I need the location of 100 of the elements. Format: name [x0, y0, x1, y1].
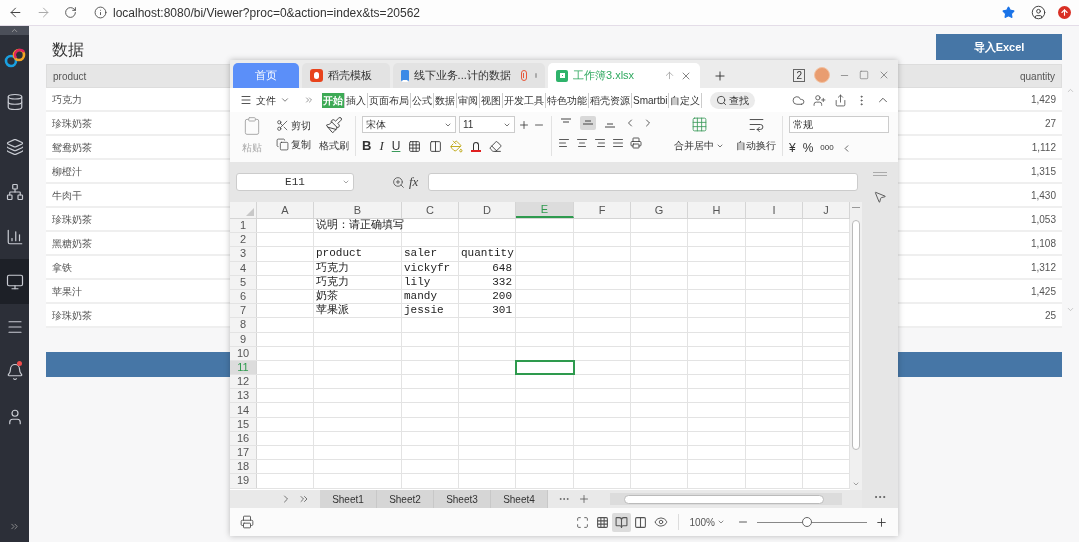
share-icon[interactable] [834, 93, 847, 107]
percent-button[interactable]: % [802, 139, 814, 157]
ribbon-tab[interactable]: 公式 [411, 92, 434, 108]
maximize-icon[interactable] [859, 70, 869, 80]
underline-button[interactable]: U [391, 139, 401, 153]
active-cell[interactable] [516, 360, 574, 375]
close-icon[interactable] [878, 69, 890, 81]
fullscreen-icon[interactable] [576, 515, 590, 529]
column-header[interactable]: H [688, 202, 746, 218]
borders-icon[interactable] [408, 139, 422, 153]
reload-icon[interactable] [64, 6, 77, 19]
address-bar[interactable]: localhost:8080/bi/Viewer?proc=0&action=index&ts=20562 [113, 3, 420, 22]
wrap-text-button[interactable]: 自动换行 [736, 116, 776, 153]
row-header[interactable]: 18 [230, 460, 257, 474]
column-header[interactable]: C [402, 202, 459, 218]
column-header[interactable]: B [314, 202, 402, 218]
align-center-icon[interactable] [576, 137, 588, 149]
ribbon-tab[interactable]: 数据 [434, 92, 457, 108]
column-header[interactable]: F [574, 202, 631, 218]
row-header[interactable]: 17 [230, 446, 257, 460]
ribbon-tab[interactable]: 特色功能 [546, 92, 589, 108]
sheet-tab[interactable]: Sheet1 [320, 490, 377, 508]
bookmark-star-icon[interactable] [1002, 6, 1015, 19]
ribbon-tab[interactable]: 开发工具 [503, 92, 546, 108]
info-icon[interactable] [94, 6, 107, 19]
row-header[interactable]: 19 [230, 474, 257, 488]
ribbon-tab[interactable]: 稻壳资源 [589, 92, 632, 108]
window-count-badge[interactable]: 2 [793, 68, 805, 82]
expand-icon[interactable] [9, 521, 20, 532]
format-painter-button[interactable]: 格式刷 [319, 116, 349, 153]
search-button[interactable]: 查找 [710, 91, 756, 109]
forward-icon[interactable] [36, 5, 51, 20]
font-select[interactable]: 宋体 [362, 116, 456, 133]
merge-center-button[interactable]: 合并居中 [674, 116, 724, 153]
cut-button[interactable]: 剪切 [276, 118, 311, 133]
column-header[interactable]: G [631, 202, 688, 218]
file-menu[interactable]: 文件 [240, 92, 296, 108]
vertical-align-button[interactable] [580, 116, 596, 130]
zoom-in-icon[interactable] [875, 515, 888, 529]
add-sheet-icon[interactable] [578, 493, 590, 505]
increase-font-icon[interactable] [518, 118, 530, 131]
align-left-icon[interactable] [558, 137, 570, 149]
bold-button[interactable]: B [362, 139, 372, 153]
justify-icon[interactable] [612, 137, 624, 149]
row-header[interactable]: 13 [230, 389, 257, 403]
eye-icon[interactable] [654, 515, 669, 529]
vertical-scrollbar[interactable] [850, 202, 862, 490]
sheet-tab[interactable]: Sheet3 [434, 490, 491, 508]
sheet-tab[interactable]: Sheet2 [377, 490, 434, 508]
horizontal-scrollbar[interactable] [610, 493, 842, 505]
ribbon-tab[interactable]: 页面布局 [368, 92, 411, 108]
cloud-icon[interactable] [792, 93, 805, 107]
document-logo-icon [401, 69, 409, 82]
ribbon-tab[interactable]: 自定义 [669, 92, 703, 108]
currency-button[interactable]: ¥ [789, 139, 796, 157]
add-user-icon[interactable] [813, 93, 826, 107]
row-header[interactable]: 1 [230, 219, 257, 233]
thousands-button[interactable]: 000 [820, 142, 834, 154]
name-box[interactable]: E11 [236, 173, 354, 191]
app-tab[interactable]: 线下业务...计的数据 [393, 63, 545, 88]
align-right-icon[interactable] [594, 137, 606, 149]
import-excel-button[interactable]: 导入Excel [936, 34, 1062, 60]
ribbon-tab[interactable]: 插入 [345, 92, 368, 108]
view-mode-button[interactable] [612, 512, 632, 532]
zoom-slider[interactable] [757, 517, 867, 527]
zoom-select[interactable]: 100% [689, 514, 725, 530]
scroll-down-icon[interactable] [852, 480, 860, 488]
column-header[interactable]: I [746, 202, 803, 218]
cell-style-icon[interactable] [429, 139, 443, 153]
row-header[interactable]: 8 [230, 318, 257, 332]
table-cell-text: 牛肉干 [52, 188, 82, 203]
back-icon[interactable] [8, 5, 23, 20]
update-icon[interactable] [1058, 6, 1071, 19]
menu-icon [240, 94, 252, 106]
row-header[interactable]: 2 [230, 233, 257, 247]
function-label[interactable]: fx [409, 172, 419, 192]
app-tab[interactable]: 稻壳模板 [302, 63, 390, 88]
ribbon-tab[interactable]: 审阅 [457, 92, 480, 108]
row-header[interactable]: 14 [230, 403, 257, 417]
profile-icon[interactable] [1031, 5, 1046, 20]
ribbon-tab[interactable]: 视图 [480, 92, 503, 108]
sheet-tab[interactable]: Sheet4 [491, 490, 548, 508]
font-size-select[interactable]: 11 [459, 116, 515, 133]
copy-button[interactable]: 复制 [276, 137, 311, 152]
formula-field[interactable] [428, 173, 858, 191]
new-tab-icon[interactable] [713, 69, 727, 83]
fill-color-icon[interactable] [450, 139, 464, 153]
zoom-icon[interactable] [392, 175, 405, 189]
eraser-icon[interactable] [489, 139, 503, 153]
slider-thumb[interactable] [801, 517, 812, 527]
sidebar-item[interactable] [0, 259, 29, 304]
row-header[interactable]: 12 [230, 375, 257, 389]
last-sheet-icon[interactable] [298, 493, 310, 505]
pointer-icon[interactable] [873, 190, 887, 204]
number-format-select[interactable]: 常规 [789, 116, 889, 133]
ribbon-tab[interactable]: Smartbi [632, 92, 670, 108]
row-header[interactable]: 7 [230, 304, 257, 318]
row-header[interactable]: 3 [230, 247, 257, 261]
column-header[interactable]: A [257, 202, 314, 218]
italic-button[interactable]: I [379, 139, 384, 153]
